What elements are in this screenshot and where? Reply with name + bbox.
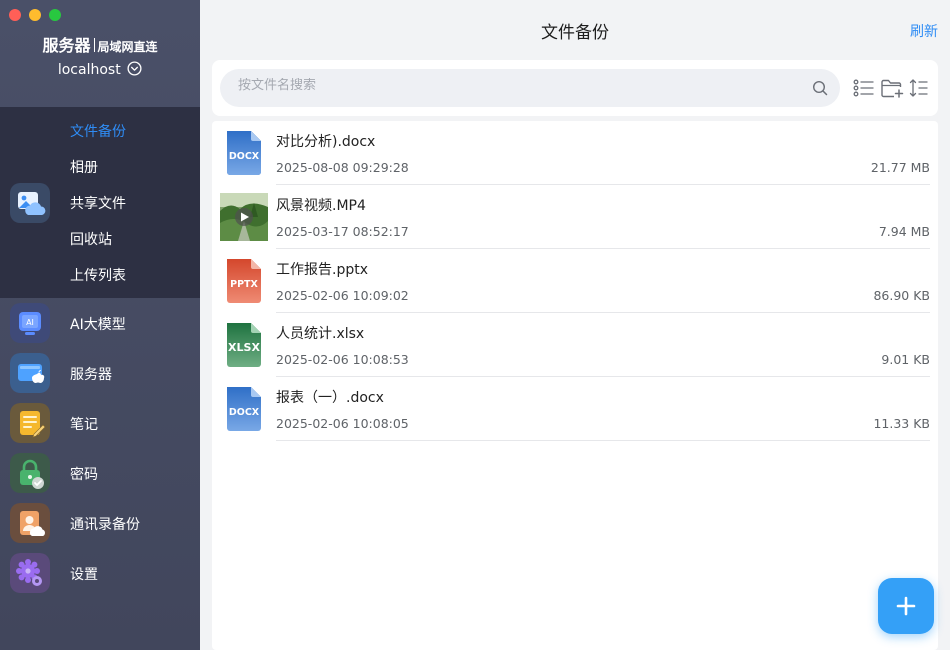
brand-separator [93,38,95,52]
file-name: 对比分析).docx [276,134,376,150]
file-row[interactable]: XLSX 人员统计.xlsx 2025-02-06 10:08:53 9.01 … [212,313,938,377]
file-size: 9.01 KB [881,352,930,367]
nav-password[interactable]: 密码 [0,448,200,498]
svg-text:AI: AI [26,318,34,327]
sidebar-item-shared-files[interactable]: 共享文件 [70,193,126,213]
plus-icon [896,596,916,616]
svg-text:DOCX: DOCX [229,407,260,418]
nav-server-label: 服务器 [70,367,112,383]
search-box[interactable] [220,69,840,107]
brand-subtitle: 局域网直连 [97,40,158,54]
pptx-file-icon: PPTX [227,259,261,303]
new-folder-icon[interactable] [880,78,904,98]
search-input[interactable] [238,78,798,93]
nav-password-label: 密码 [70,467,98,483]
file-list: DOCX 对比分析).docx 2025-08-08 09:29:28 21.7… [212,121,938,650]
search-toolbar [212,60,938,116]
app-brand: 服务器 局域网直连 [0,32,200,56]
file-date: 2025-02-06 10:09:02 [276,288,409,303]
svg-text:PPTX: PPTX [230,279,258,290]
server-icon [10,353,50,393]
nav-settings[interactable]: 设置 [0,548,200,598]
sidebar-item-album[interactable]: 相册 [70,157,98,177]
file-date: 2025-03-17 08:52:17 [276,224,409,239]
cloud-files-icon [10,183,50,223]
close-window-button[interactable] [9,9,21,21]
sidebar-item-recycle-bin[interactable]: 回收站 [70,229,112,249]
file-section: 文件备份 相册 共享文件 回收站 上传列表 [0,107,200,298]
file-row[interactable]: PPTX 工作报告.pptx 2025-02-06 10:09:02 86.90… [212,249,938,313]
ai-model-icon: AI [10,303,50,343]
page-title: 文件备份 [541,23,609,43]
sidebar: 服务器 局域网直连 localhost 文件备份 相册 共享文件 回收站 上传列表… [0,0,200,650]
chevron-down-circle-icon [127,61,142,76]
xlsx-file-icon: XLSX [227,323,261,367]
file-size: 11.33 KB [873,416,930,431]
host-name: localhost [57,62,121,78]
nav-notes-label: 笔记 [70,417,98,433]
row-divider [276,440,930,441]
notes-icon [10,403,50,443]
video-thumbnail [220,193,268,241]
contacts-backup-icon [10,503,50,543]
settings-gear-icon [10,553,50,593]
sort-icon[interactable] [909,78,929,98]
file-row[interactable]: 风景视频.MP4 2025-03-17 08:52:17 7.94 MB [212,185,938,249]
file-name: 人员统计.xlsx [276,326,365,342]
nav-contacts-backup-label: 通讯录备份 [70,517,140,533]
nav-server[interactable]: 服务器 [0,348,200,398]
sidebar-item-file-backup[interactable]: 文件备份 [70,121,126,141]
docx-file-icon: DOCX [227,387,261,431]
file-size: 7.94 MB [878,224,930,239]
window-controls [9,9,61,21]
sidebar-item-upload-list[interactable]: 上传列表 [70,265,126,285]
refresh-button[interactable]: 刷新 [910,21,938,41]
nav-ai-model[interactable]: AI AI大模型 [0,298,200,348]
multi-select-list-icon[interactable] [853,78,875,98]
nav-contacts-backup[interactable]: 通讯录备份 [0,498,200,548]
nav-ai-model-label: AI大模型 [70,317,126,333]
file-row[interactable]: DOCX 对比分析).docx 2025-08-08 09:29:28 21.7… [212,121,938,185]
file-name: 风景视频.MP4 [276,198,366,214]
add-file-button[interactable] [878,578,934,634]
nav-notes[interactable]: 笔记 [0,398,200,448]
file-name: 报表（一）.docx [276,390,384,406]
svg-text:XLSX: XLSX [228,341,260,354]
file-date: 2025-02-06 10:08:05 [276,416,409,431]
brand-title: 服务器 [42,36,91,55]
file-size: 21.77 MB [870,160,930,175]
minimize-window-button[interactable] [29,9,41,21]
file-date: 2025-02-06 10:08:53 [276,352,409,367]
svg-text:DOCX: DOCX [229,151,260,162]
file-size: 86.90 KB [873,288,930,303]
nav-settings-label: 设置 [70,567,98,583]
host-selector[interactable]: localhost [0,61,200,78]
file-date: 2025-08-08 09:29:28 [276,160,409,175]
password-lock-icon [10,453,50,493]
docx-file-icon: DOCX [227,131,261,175]
file-name: 工作报告.pptx [276,262,368,278]
file-row[interactable]: DOCX 报表（一）.docx 2025-02-06 10:08:05 11.3… [212,377,938,441]
search-icon[interactable] [812,80,828,96]
zoom-window-button[interactable] [49,9,61,21]
